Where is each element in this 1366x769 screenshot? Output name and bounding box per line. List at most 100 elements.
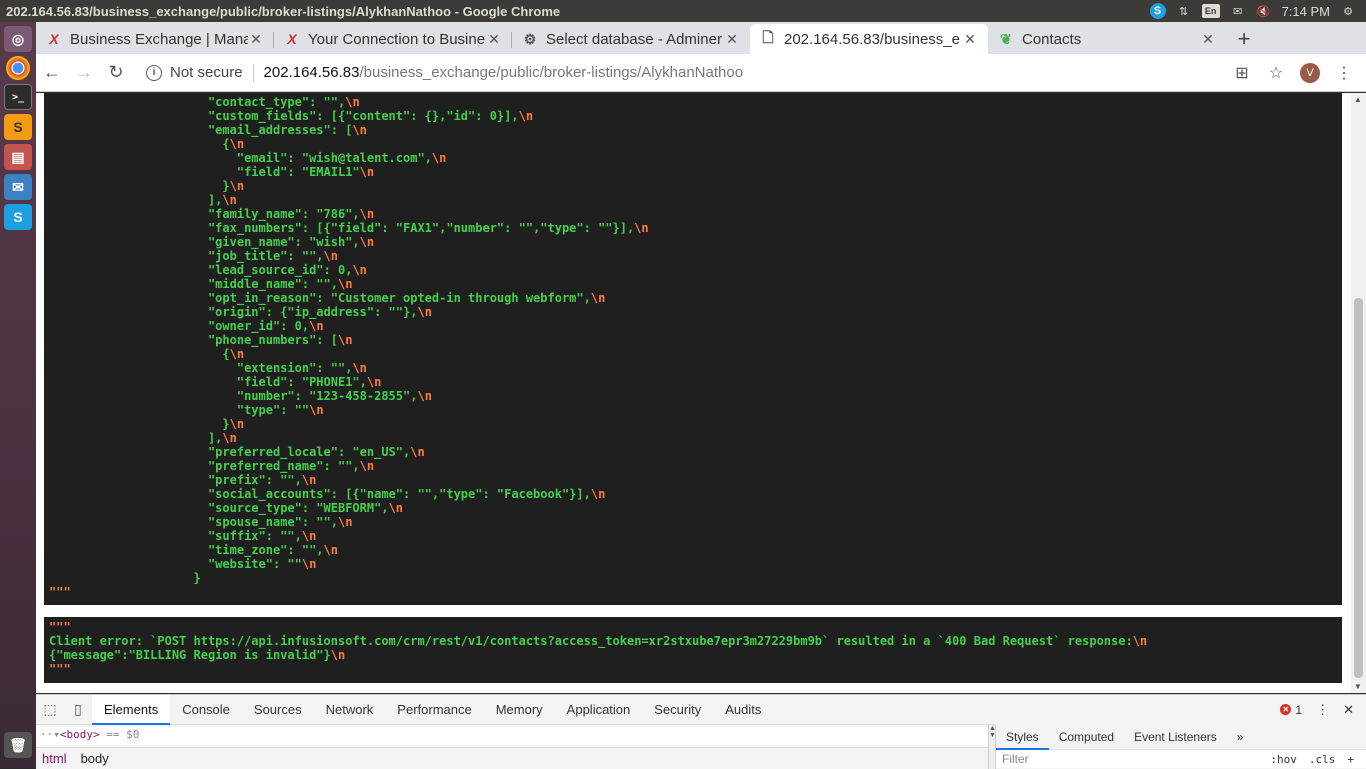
- tab-application[interactable]: Application: [555, 695, 643, 725]
- keyboard-layout-indicator[interactable]: En: [1201, 4, 1220, 18]
- clock[interactable]: 7:14 PM: [1282, 4, 1330, 19]
- sublime-text-icon[interactable]: S: [4, 114, 32, 140]
- tab-security[interactable]: Security: [642, 695, 713, 725]
- back-arrow-icon[interactable]: ←: [36, 62, 68, 83]
- dom-breadcrumb: html body: [36, 747, 988, 769]
- tab-performance[interactable]: Performance: [385, 695, 483, 725]
- close-icon[interactable]: ✕: [1200, 31, 1216, 48]
- unity-launcher: ◎ >_ S ▤ ✉ S 🗑: [0, 22, 36, 768]
- close-icon[interactable]: ✕: [248, 31, 264, 48]
- newline-marker: \n: [330, 648, 346, 662]
- url-host: 202.164.56.83: [263, 64, 360, 81]
- scroll-up-icon[interactable]: ▲: [1354, 95, 1362, 104]
- dump-line: }\n: [49, 179, 1342, 193]
- close-icon[interactable]: ✕: [962, 31, 978, 48]
- newline-marker: \n: [309, 319, 324, 333]
- browser-toolbar: ← → ↻ i Not secure 202.164.56.83 /busine…: [36, 54, 1366, 92]
- error-count-badge[interactable]: ✕ 1: [1280, 703, 1302, 717]
- tab-sources[interactable]: Sources: [242, 695, 314, 725]
- error-icon: ✕: [1280, 704, 1292, 715]
- dump-line-text: "lead_source_id": 0,: [49, 263, 353, 277]
- close-icon[interactable]: ✕: [486, 31, 502, 48]
- network-arrows-icon[interactable]: ⇅: [1176, 3, 1192, 19]
- dump-line: "prefix": "",\n: [49, 473, 1342, 487]
- trash-icon[interactable]: 🗑: [4, 732, 32, 758]
- tab-memory[interactable]: Memory: [484, 695, 555, 725]
- dump-line: "time_zone": "",\n: [49, 543, 1342, 557]
- class-toggle[interactable]: .cls: [1309, 753, 1336, 766]
- new-tab-button[interactable]: +: [1226, 24, 1262, 54]
- breadcrumb-body[interactable]: body: [81, 751, 109, 766]
- dump-line: }: [49, 571, 1342, 585]
- terminal-icon[interactable]: >_: [4, 84, 32, 110]
- selected-node-row[interactable]: ··▾<body> == $0: [36, 727, 988, 745]
- skype-icon[interactable]: S: [4, 204, 32, 230]
- volume-muted-icon[interactable]: 🔇: [1256, 3, 1272, 19]
- reload-icon[interactable]: ↻: [100, 62, 132, 83]
- thunderbird-icon[interactable]: ✉: [4, 174, 32, 200]
- dump-line-text: ],: [49, 193, 223, 207]
- close-devtools-icon[interactable]: ✕: [1343, 702, 1354, 718]
- dump-line-text: "number": "123-458-2855",: [49, 389, 418, 403]
- skype-tray-icon[interactable]: S: [1149, 3, 1166, 19]
- tab-label: Select database - Adminer: [546, 30, 722, 48]
- styles-tab-bar: Styles Computed Event Listeners »: [996, 724, 1366, 750]
- newline-marker: \n: [222, 431, 237, 445]
- newline-marker: \n: [229, 417, 245, 431]
- tab-elements[interactable]: Elements: [92, 694, 171, 725]
- newline-marker: \n: [229, 347, 245, 361]
- scroll-thumb[interactable]: [1354, 298, 1363, 678]
- page-scrollbar[interactable]: ▲ ▼: [1351, 93, 1366, 693]
- security-label[interactable]: Not secure: [170, 64, 243, 81]
- tab-network[interactable]: Network: [314, 695, 386, 725]
- panel-splitter[interactable]: ▲ ▼: [988, 725, 996, 769]
- devtools-menu-icon[interactable]: ⋮: [1316, 702, 1329, 718]
- newline-marker: \n: [366, 375, 382, 389]
- add-style-rule-button[interactable]: +: [1347, 753, 1354, 766]
- tab-computed[interactable]: Computed: [1049, 724, 1124, 750]
- tab-business-exchange[interactable]: X Business Exchange | Mana ✕: [36, 24, 274, 54]
- ubuntu-dash-icon[interactable]: ◎: [4, 26, 32, 52]
- newline-marker: \n: [229, 179, 245, 193]
- mail-icon[interactable]: ✉: [1230, 3, 1246, 19]
- error-count: 1: [1295, 702, 1303, 717]
- tab-contacts[interactable]: ❦ Contacts ✕: [988, 24, 1226, 54]
- profile-avatar[interactable]: V: [1300, 62, 1320, 83]
- chrome-icon[interactable]: [6, 56, 30, 80]
- bookmark-star-icon[interactable]: ☆: [1266, 63, 1286, 83]
- tab-event-listeners[interactable]: Event Listeners: [1124, 724, 1227, 750]
- leaf-icon: ❦: [1000, 30, 1012, 47]
- dump-line-text: "preferred_name": "",: [49, 459, 360, 473]
- newline-marker: \n: [301, 473, 317, 487]
- tab-broker-listings[interactable]: 🗋 202.164.56.83/business_e ✕: [750, 24, 988, 54]
- file-cabinet-icon[interactable]: ▤: [4, 144, 32, 170]
- styles-filter-row: Filter :hov .cls +: [996, 750, 1366, 768]
- dump-line: "social_accounts": [{"name": "","type": …: [49, 487, 1342, 501]
- hover-state-toggle[interactable]: :hov: [1270, 753, 1297, 766]
- newline-marker: \n: [337, 515, 353, 529]
- forward-arrow-icon[interactable]: →: [68, 62, 100, 83]
- info-icon[interactable]: i: [146, 64, 162, 81]
- translate-icon[interactable]: ⊞: [1232, 63, 1252, 83]
- tab-adminer[interactable]: ⚙ Select database - Adminer ✕: [512, 24, 750, 54]
- tab-styles[interactable]: Styles: [996, 724, 1049, 750]
- device-toolbar-icon[interactable]: ▯: [64, 701, 92, 718]
- address-bar[interactable]: i Not secure 202.164.56.83 /business_exc…: [132, 58, 1232, 88]
- error-dump-block: """ Client error: `POST https://api.infu…: [44, 617, 1342, 683]
- dump-line: "opt_in_reason": "Customer opted-in thro…: [49, 291, 1342, 305]
- tab-your-connection[interactable]: X Your Connection to Busine ✕: [274, 24, 512, 54]
- dump-line-text: "website": "": [49, 557, 302, 571]
- breadcrumb-html[interactable]: html: [42, 751, 67, 766]
- settings-gear-icon[interactable]: ⚙: [1340, 3, 1356, 19]
- dump-line: "custom_fields": [{"content": {},"id": 0…: [49, 109, 1342, 123]
- dump-line: {\n: [49, 137, 1342, 151]
- more-tabs-chevron-icon[interactable]: »: [1227, 724, 1254, 750]
- styles-filter-input[interactable]: Filter: [1002, 752, 1270, 766]
- menu-kebab-icon[interactable]: ⋮: [1334, 63, 1354, 83]
- inspect-element-icon[interactable]: ⬚: [36, 701, 64, 718]
- tab-label: Contacts: [1022, 30, 1082, 48]
- scroll-down-icon[interactable]: ▼: [1354, 682, 1362, 691]
- tab-console[interactable]: Console: [170, 695, 242, 725]
- close-icon[interactable]: ✕: [724, 31, 740, 48]
- tab-audits[interactable]: Audits: [713, 695, 773, 725]
